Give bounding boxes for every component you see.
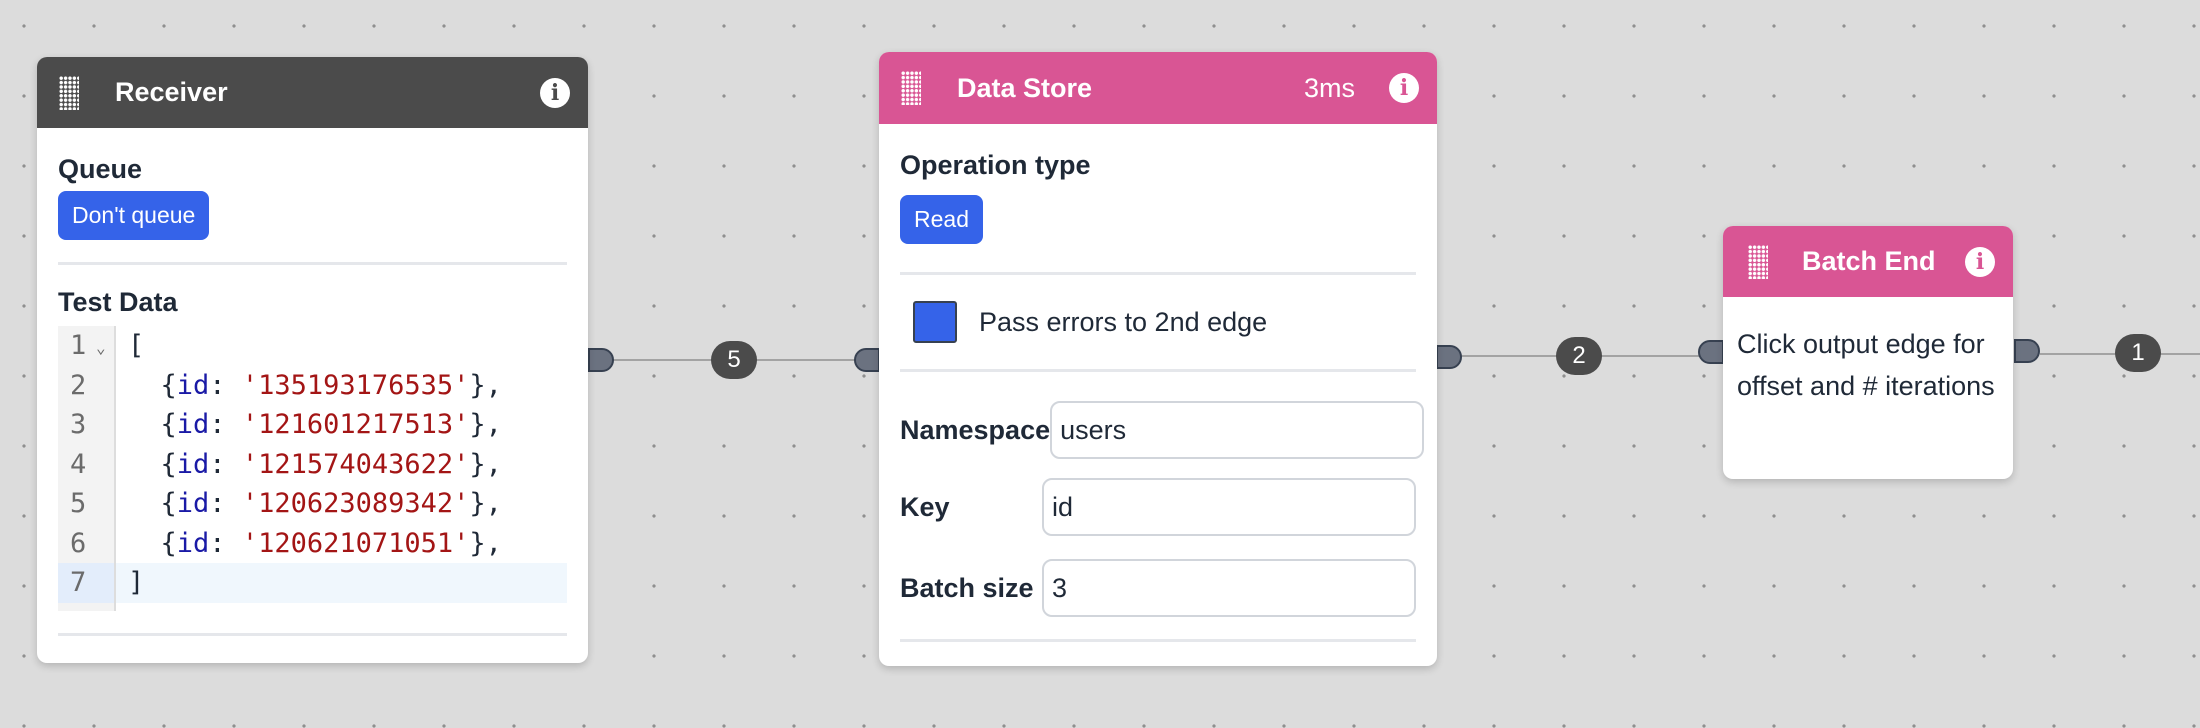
code-line[interactable]: [ <box>116 326 567 366</box>
line-number: 3 <box>70 409 87 440</box>
pass-errors-label: Pass errors to 2nd edge <box>979 306 1268 337</box>
receiver-output-handle[interactable] <box>588 348 614 372</box>
code-line[interactable]: ] <box>116 563 567 603</box>
batch-end-description: Click output edge for offset and # itera… <box>1737 329 1995 401</box>
namespace-label: Namespace <box>900 414 1051 445</box>
batch-end-node[interactable]: Batch End i Click output edge for offset… <box>1723 226 2013 479</box>
node-title: Batch End <box>1802 246 1936 276</box>
line-number: 2 <box>70 369 87 401</box>
line-number: 5 <box>70 488 87 519</box>
batch-size-label: Batch size <box>900 572 1034 603</box>
test-data-editor[interactable]: 1 ⌄ 2 3 4 5 6 7 [ {id: '135193176535'}, {… <box>58 326 567 611</box>
key-label: Key <box>900 491 950 522</box>
batchend-output-handle[interactable] <box>2014 339 2040 363</box>
line-number: 6 <box>70 527 87 559</box>
test-data-label: Test Data <box>58 287 178 317</box>
operation-type-button[interactable]: Read <box>900 195 983 244</box>
edge-count-badge[interactable]: 1 <box>2115 334 2161 372</box>
divider <box>900 369 1416 372</box>
pass-errors-checkbox[interactable] <box>913 301 957 343</box>
code-line[interactable]: {id: '121574043622'}, <box>116 445 567 485</box>
code-line[interactable]: {id: '121601217513'}, <box>116 405 567 445</box>
batch-end-node-header[interactable]: Batch End i <box>1723 226 2013 297</box>
pass-errors-row[interactable]: Pass errors to 2nd edge <box>900 275 1416 369</box>
queue-mode-button[interactable]: Don't queue <box>58 191 210 240</box>
divider <box>58 632 567 636</box>
fold-chevron-icon[interactable]: ⌄ <box>96 328 106 368</box>
grip-icon[interactable] <box>1748 244 1768 279</box>
key-row: Key <box>900 478 1416 536</box>
execution-time: 3ms <box>1303 72 1355 103</box>
key-input[interactable] <box>1042 478 1416 536</box>
namespace-input[interactable] <box>1050 401 1425 459</box>
operation-type-label: Operation type <box>900 150 1091 180</box>
receiver-node[interactable]: Receiver i Queue Don't queue Test Data 1… <box>37 57 588 663</box>
line-number-gutter: 1 ⌄ 2 3 4 5 6 7 <box>58 326 116 611</box>
node-title: Data Store <box>957 72 1093 103</box>
line-number: 1 ⌄ <box>58 326 114 366</box>
data-store-node-header[interactable]: Data Store 3ms i <box>879 52 1437 124</box>
code-line[interactable]: {id: '120621071051'}, <box>116 524 567 564</box>
datastore-output-handle[interactable] <box>1436 345 1462 369</box>
receiver-node-header[interactable]: Receiver i <box>37 57 588 128</box>
info-icon[interactable]: i <box>1389 73 1419 103</box>
line-number: 7 <box>58 563 114 603</box>
batch-size-input[interactable] <box>1042 559 1416 617</box>
info-icon[interactable]: i <box>540 77 570 108</box>
grip-icon[interactable] <box>901 71 921 105</box>
batch-size-row: Batch size <box>900 559 1416 617</box>
divider <box>900 639 1416 642</box>
edge-count-badge[interactable]: 2 <box>1556 337 1602 375</box>
line-number: 4 <box>70 448 87 480</box>
info-icon[interactable]: i <box>1965 246 1995 277</box>
node-title: Receiver <box>115 77 228 107</box>
edge-count-badge[interactable]: 5 <box>711 341 757 379</box>
queue-label: Queue <box>58 154 143 184</box>
grip-icon[interactable] <box>59 75 79 110</box>
datastore-input-handle[interactable] <box>854 348 880 372</box>
batchend-input-handle[interactable] <box>1698 340 1724 364</box>
code-line[interactable]: {id: '120623089342'}, <box>116 484 567 524</box>
data-store-node[interactable]: Data Store 3ms i Operation type Read Pas… <box>879 52 1437 666</box>
divider <box>58 262 567 265</box>
namespace-row: Namespace <box>900 401 1425 459</box>
code-area[interactable]: [ {id: '135193176535'}, {id: '1216012175… <box>116 326 567 611</box>
code-line[interactable]: {id: '135193176535'}, <box>116 366 567 406</box>
